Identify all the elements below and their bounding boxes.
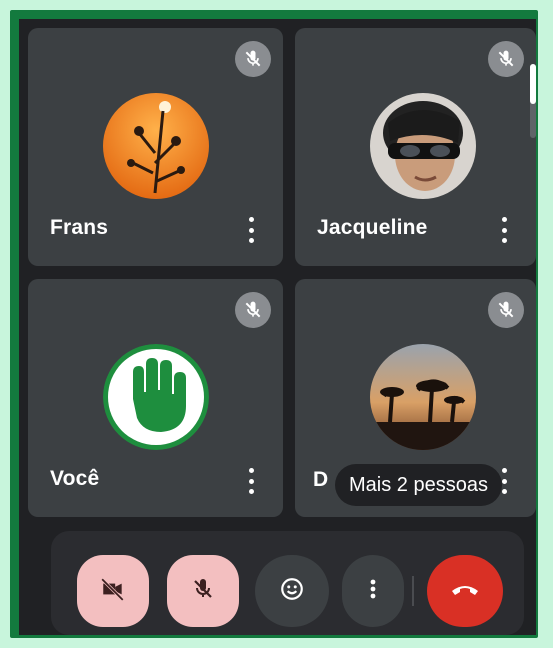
camera-off-icon	[100, 576, 126, 607]
emoji-icon	[279, 576, 305, 607]
reactions-button[interactable]	[255, 555, 329, 627]
participant-name: Você	[50, 467, 100, 490]
participant-name: Jacqueline	[317, 216, 428, 239]
participant-name: Frans	[50, 216, 109, 239]
participant-tile-voce[interactable]: Você	[28, 279, 283, 517]
mic-off-icon	[191, 577, 215, 606]
scrollbar[interactable]	[530, 64, 536, 138]
more-vert-icon[interactable]	[498, 215, 510, 245]
sunset-trees-avatar	[370, 344, 476, 450]
call-screen: Frans Jacqueline Você D Mais 2 pessoas	[19, 19, 536, 635]
mic-off-icon	[488, 41, 524, 77]
more-options-button[interactable]	[342, 555, 404, 627]
raised-hand-avatar	[103, 344, 209, 450]
participant-tile-jacqueline[interactable]: Jacqueline	[295, 28, 536, 266]
hangup-icon	[450, 581, 480, 602]
mic-off-icon	[235, 41, 271, 77]
more-vert-icon[interactable]	[245, 215, 257, 245]
more-people-tooltip: Mais 2 pessoas	[335, 464, 502, 506]
person-sunglasses-avatar	[370, 93, 476, 199]
camera-toggle-button[interactable]	[77, 555, 149, 627]
mic-off-icon	[488, 292, 524, 328]
participant-name: D	[313, 468, 329, 491]
mic-off-icon	[235, 292, 271, 328]
participant-tile-frans[interactable]: Frans	[28, 28, 283, 266]
more-options-icon	[369, 577, 377, 606]
more-vert-icon[interactable]	[245, 466, 257, 496]
mic-toggle-button[interactable]	[167, 555, 239, 627]
divider	[412, 576, 414, 606]
flower-silhouette-avatar	[103, 93, 209, 199]
hangup-button[interactable]	[427, 555, 503, 627]
